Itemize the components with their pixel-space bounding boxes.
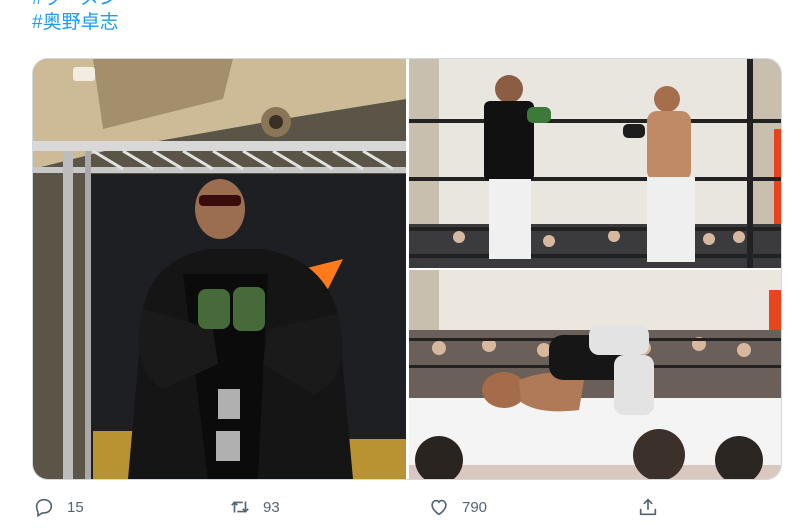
retweet-count: 93 — [263, 498, 280, 516]
photo-image — [409, 59, 781, 268]
share-icon — [639, 498, 657, 516]
retweet-button[interactable]: 93 — [229, 496, 280, 518]
reply-count: 15 — [67, 498, 84, 516]
heart-icon — [431, 499, 447, 516]
share-button[interactable] — [637, 496, 659, 518]
retweet-icon — [231, 501, 249, 513]
photo-image — [409, 270, 781, 479]
like-count: 790 — [462, 498, 488, 516]
like-button[interactable]: 790 — [428, 496, 487, 518]
reply-button[interactable]: 15 — [33, 496, 84, 518]
media-grid — [32, 58, 782, 480]
reply-icon — [35, 498, 53, 518]
hashtag-link-1[interactable]: #ラーメン — [32, 0, 118, 10]
photo-ring-sparring[interactable] — [409, 59, 781, 268]
tweet-action-bar: 15 93 790 — [0, 496, 800, 528]
photo-ring-grappling[interactable] — [409, 270, 781, 479]
photo-wrestler-entrance[interactable] — [33, 59, 406, 479]
photo-image — [33, 59, 406, 479]
hashtag-link-okuno[interactable]: #奥野卓志 — [32, 12, 119, 34]
